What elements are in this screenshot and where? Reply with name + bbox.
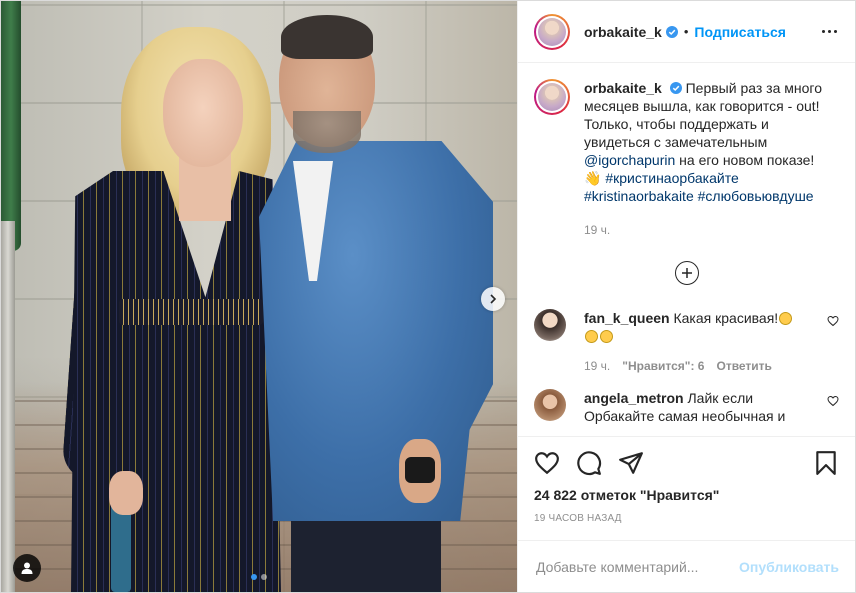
- hashtag-link[interactable]: #kristinaorbakaite: [584, 188, 694, 204]
- comment-likes[interactable]: "Нравится": 6: [622, 357, 704, 375]
- like-heart-icon[interactable]: [534, 450, 560, 476]
- photo-pipe: [1, 1, 21, 251]
- avatar-image: [538, 17, 566, 46]
- carousel-dot-2: [261, 574, 267, 580]
- comment-body: fan_k_queen Какая красивая! 19 ч. "Нрави…: [584, 309, 804, 375]
- caption-avatar[interactable]: [534, 79, 570, 115]
- likes-count[interactable]: 24 822 отметок "Нравится": [534, 487, 839, 503]
- commenter-avatar[interactable]: [534, 389, 566, 421]
- avatar-inner: [536, 15, 568, 48]
- post-time: 19 часов назад: [534, 513, 622, 524]
- post-photo[interactable]: [1, 1, 517, 592]
- comment-author[interactable]: angela_metron: [584, 390, 684, 406]
- woman-face: [163, 59, 243, 167]
- chevron-right-icon: [490, 294, 497, 304]
- caption-mention[interactable]: @igorchapurin: [584, 152, 675, 168]
- publish-button[interactable]: Опубликовать: [739, 559, 839, 575]
- author-avatar[interactable]: [534, 13, 570, 50]
- man-beard: [293, 111, 361, 153]
- comment-meta: 19 ч. "Нравится": 6 Ответить: [584, 357, 804, 375]
- comment-icon[interactable]: [576, 450, 602, 476]
- add-comment-bar: Опубликовать: [518, 540, 855, 592]
- wave-emoji: 👋: [584, 170, 602, 186]
- comment-item: angela_metron Лайк если Орбакайте самая …: [534, 389, 839, 425]
- smiling-emoji-icon: [600, 330, 613, 343]
- user-icon: [21, 562, 33, 574]
- reply-button[interactable]: Ответить: [716, 357, 771, 375]
- comment-time: 19 ч.: [584, 359, 611, 373]
- comment-text: Какая красивая!: [673, 310, 779, 326]
- post-side-panel: orbakaite_k • Подписаться orbakaite_k Пе…: [517, 1, 855, 592]
- verified-badge-icon: [669, 82, 682, 94]
- bookmark-icon[interactable]: [813, 450, 839, 476]
- action-icons: [534, 447, 839, 479]
- caption: orbakaite_k Первый раз за много месяцев …: [534, 79, 839, 239]
- smiling-emoji-icon: [779, 312, 793, 325]
- plus-icon: [681, 268, 692, 278]
- comment-body: angela_metron Лайк если Орбакайте самая …: [584, 389, 804, 425]
- post-actions: 24 822 отметок "Нравится" 19 часов назад: [518, 436, 855, 524]
- carousel-dot-1: [251, 574, 257, 580]
- hashtag-link[interactable]: #слюбовьювдуше: [698, 188, 814, 204]
- share-icon[interactable]: [618, 450, 644, 476]
- post-header: orbakaite_k • Подписаться: [518, 1, 855, 63]
- woman-dress: [71, 171, 281, 592]
- woman-hand: [109, 471, 143, 515]
- caption-text-2: на его новом показе!: [675, 152, 815, 168]
- instagram-post: orbakaite_k • Подписаться orbakaite_k Пе…: [0, 0, 856, 593]
- tagged-users-button[interactable]: [13, 554, 41, 582]
- next-photo-button[interactable]: [481, 287, 505, 311]
- verified-badge-icon: [665, 25, 678, 38]
- follow-button[interactable]: Подписаться: [694, 24, 786, 40]
- man-watch: [405, 457, 435, 483]
- heart-icon[interactable]: [827, 395, 839, 407]
- comments-section: orbakaite_k Первый раз за много месяцев …: [518, 63, 855, 436]
- commenter-avatar[interactable]: [534, 309, 566, 341]
- woman-belt: [119, 299, 263, 325]
- comment-input[interactable]: [534, 557, 740, 576]
- comment-author[interactable]: fan_k_queen: [584, 310, 670, 326]
- smiling-emoji-icon: [585, 330, 598, 343]
- more-options-icon[interactable]: [819, 22, 839, 42]
- caption-time: 19 ч.: [584, 223, 611, 237]
- comment-item: fan_k_queen Какая красивая! 19 ч. "Нрави…: [534, 309, 839, 375]
- load-more-comments: [534, 261, 839, 285]
- man-shirt: [259, 141, 493, 521]
- carousel-indicator: [251, 574, 267, 580]
- hashtag-link[interactable]: #кристинаорбакайте: [605, 170, 738, 186]
- header-separator: •: [683, 24, 689, 39]
- author-username[interactable]: orbakaite_k: [584, 24, 662, 40]
- caption-body: orbakaite_k Первый раз за много месяцев …: [584, 79, 824, 239]
- heart-icon[interactable]: [827, 315, 839, 327]
- caption-author[interactable]: orbakaite_k: [584, 80, 662, 96]
- man-hair: [281, 15, 373, 59]
- photo-pipe-2: [1, 221, 15, 592]
- avatar-inner: [536, 81, 568, 113]
- avatar-image: [538, 83, 566, 111]
- load-more-button[interactable]: [674, 261, 699, 285]
